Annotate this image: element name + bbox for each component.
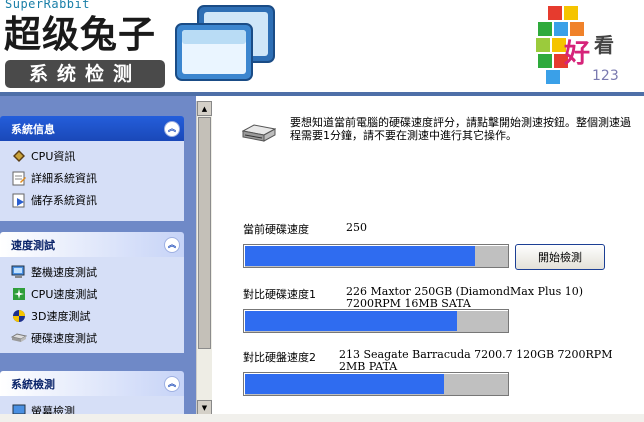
sidebar-item-label: CPU速度測試 [31,288,98,301]
scroll-up-button[interactable]: ▲ [197,101,212,116]
panel-title: 系統信息 [11,122,55,136]
sidebar-item-label: 詳細系統資訊 [31,172,97,185]
intro-text: 要想知道當前電腦的硬碟速度評分，請點擊開始測速按鈕。整個測速過程需要1分鐘，請不… [290,116,631,142]
monitor-logo-icon [175,5,275,81]
compare2-bar-fill [245,374,444,394]
current-speed-bar [243,244,509,268]
hard-disk-icon [242,124,276,142]
sidebar-item-label: 整機速度測試 [31,266,97,279]
notepad-icon [11,170,27,186]
logo-char-kan: 看 [594,33,614,57]
current-speed-label: 當前硬碟速度 [243,223,309,236]
app-header: SuperRabbit 超级兔子 系统检测 好 看 123 [0,0,644,92]
scroll-down-button[interactable]: ▼ [197,400,212,415]
sidebar-item-detailed-info[interactable]: 詳細系統資訊 [11,167,184,189]
collapse-chevron-icon[interactable]: ︽ [164,236,180,253]
compare1-value: 226 Maxtor 250GB (DiamondMax Plus 10) 72… [346,285,583,310]
panel-header-speed-test[interactable]: 速度測試 ︽ [0,232,184,257]
compare2-value: 213 Seagate Barracuda 7200.7 120GB 7200R… [339,348,613,373]
panel-body: 整機速度測試 CPU速度測試 3D速度測試 硬碟速度測試 [0,257,184,353]
sidebar-item-label: 3D速度測試 [31,310,91,323]
start-test-button[interactable]: 開始檢測 [515,244,605,270]
panel-header-system-info[interactable]: 系統信息 ︽ [0,116,184,141]
logo-number: 123 [592,68,619,84]
vertical-scrollbar[interactable]: ▲ ▼ [196,101,212,415]
3d-ball-icon [11,308,27,324]
panel-header-system-check[interactable]: 系統檢測 ︽ [0,371,184,396]
panel-system-info: 系統信息 ︽ CPU資訊 詳細系統資訊 儲存系統資訊 [0,116,184,221]
panel-body: CPU資訊 詳細系統資訊 儲存系統資訊 [0,141,184,221]
compare1-bar-fill [245,311,457,331]
sidebar-item-cpu-speed-test[interactable]: CPU速度測試 [11,283,184,305]
cpu-green-icon [11,286,27,302]
main-content: 要想知道當前電腦的硬碟速度評分，請點擊開始測速按鈕。整個測速過程需要1分鐘，請不… [212,96,644,422]
cpu-chip-icon [11,148,27,164]
save-document-icon [11,192,27,208]
sidebar: 系統信息 ︽ CPU資訊 詳細系統資訊 儲存系統資訊 速度測試 ︽ 整機速度測試… [0,96,196,422]
panel-speed-test: 速度測試 ︽ 整機速度測試 CPU速度測試 3D速度測試 硬碟速度測試 [0,232,184,353]
brand-english-name: SuperRabbit [5,0,90,11]
sidebar-item-3d-speed-test[interactable]: 3D速度測試 [11,305,184,327]
sidebar-item-label: 儲存系統資訊 [31,194,97,207]
haokan-123-logo-icon: 好 看 123 [536,6,619,84]
collapse-chevron-icon[interactable]: ︽ [164,375,180,392]
sidebar-item-hdd-speed-test[interactable]: 硬碟速度測試 [11,327,184,349]
sidebar-item-label: CPU資訊 [31,150,76,163]
computer-icon [11,264,27,280]
sidebar-item-cpu-info[interactable]: CPU資訊 [11,145,184,167]
collapse-chevron-icon[interactable]: ︽ [164,120,180,137]
sidebar-item-label: 硬碟速度測試 [31,332,97,345]
status-strip [0,414,644,422]
compare2-label: 對比硬盤速度2 [243,351,316,364]
sidebar-item-save-info[interactable]: 儲存系統資訊 [11,189,184,211]
compare1-bar [243,309,509,333]
scrollbar-thumb[interactable] [198,117,211,349]
panel-title: 速度測試 [11,238,55,252]
current-speed-value: 250 [346,221,367,234]
sidebar-item-whole-speed-test[interactable]: 整機速度測試 [11,261,184,283]
panel-title: 系統檢測 [11,377,55,391]
brand-title: 超级兔子 [4,13,156,56]
hard-disk-icon [11,330,27,346]
compare1-label: 對比硬碟速度1 [243,288,316,301]
brand-subtitle: 系统检测 [5,60,165,88]
current-speed-bar-fill [245,246,476,266]
logo-char-hao: 好 [563,39,590,69]
compare2-bar [243,372,509,396]
